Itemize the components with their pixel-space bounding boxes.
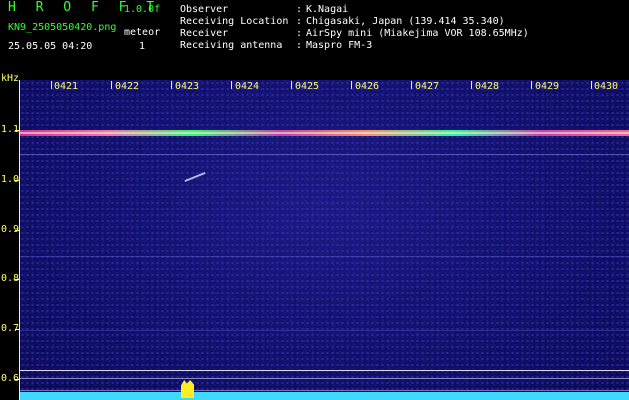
timestamp-label: 25.05.05 04:20 xyxy=(8,41,93,52)
x-tick-mark xyxy=(471,81,472,89)
y-tick-mark xyxy=(15,279,19,280)
version-label: 1.0.0f xyxy=(124,4,161,15)
noise-floor-bar xyxy=(20,392,629,400)
x-tick-label: 0427 xyxy=(415,81,440,92)
x-tick-mark xyxy=(411,81,412,89)
noise-texture xyxy=(20,80,629,400)
x-tick-label: 0424 xyxy=(235,81,260,92)
x-tick-label: 0421 xyxy=(54,81,79,92)
y-tick-mark xyxy=(15,379,19,380)
reference-line xyxy=(20,378,629,379)
x-tick-label: 0426 xyxy=(355,81,380,92)
x-tick-label: 0429 xyxy=(535,81,560,92)
x-tick-mark xyxy=(591,81,592,89)
x-tick-label: 0428 xyxy=(475,81,500,92)
info-separator: : xyxy=(296,40,303,51)
harmonic-line xyxy=(20,330,629,331)
y-tick-mark xyxy=(15,329,19,330)
y-axis-unit: kHz xyxy=(1,73,20,84)
harmonic-line xyxy=(20,256,629,257)
vor-carrier-trace xyxy=(20,130,629,136)
reference-line xyxy=(20,370,629,371)
x-tick-mark xyxy=(531,81,532,89)
y-tick-mark xyxy=(15,230,19,231)
harmonic-line xyxy=(20,154,629,155)
meteor-label: meteor xyxy=(124,27,161,38)
x-tick-label: 0422 xyxy=(115,81,140,92)
spectrogram-plot xyxy=(20,80,629,400)
x-tick-mark xyxy=(171,81,172,89)
x-tick-mark xyxy=(351,81,352,89)
y-tick-mark xyxy=(15,130,19,131)
filename-label: KN9_2505050420.png xyxy=(8,22,117,33)
x-tick-label: 0423 xyxy=(175,81,200,92)
info-label-antenna: Receiving antenna xyxy=(180,40,283,51)
x-tick-mark xyxy=(51,81,52,89)
x-tick-mark xyxy=(231,81,232,89)
x-tick-label: 0430 xyxy=(594,81,619,92)
reference-line xyxy=(20,390,629,391)
y-tick-mark xyxy=(15,180,19,181)
x-tick-mark xyxy=(111,81,112,89)
meteor-count: 1 xyxy=(139,41,146,52)
info-value-antenna: Maspro FM-3 xyxy=(306,40,373,51)
x-tick-mark xyxy=(291,81,292,89)
x-tick-label: 0425 xyxy=(295,81,320,92)
